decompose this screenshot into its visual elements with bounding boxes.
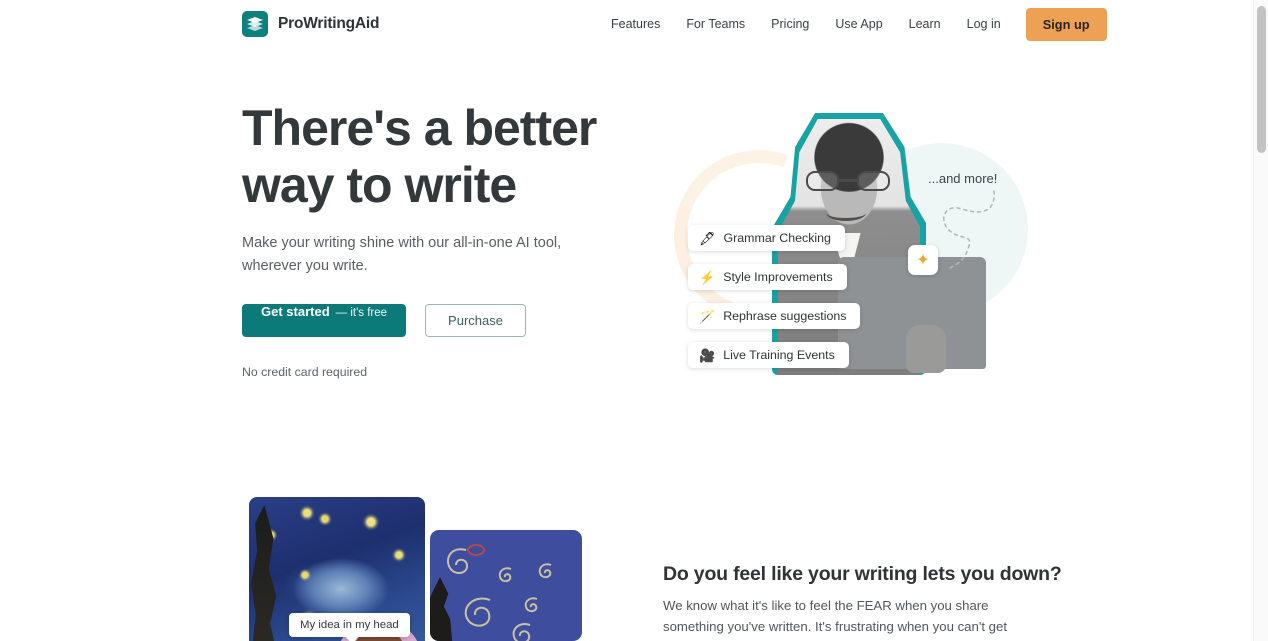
feature-chip: ⚡ Style Improvements	[688, 264, 847, 290]
feature-chip: 🪄 Rephrase suggestions	[688, 303, 861, 329]
cypress-tree-detail	[251, 505, 278, 641]
and-more-label: ...and more!	[928, 171, 998, 186]
nav-item-learn[interactable]: Learn	[896, 17, 954, 31]
hero-title: There's a better way to write	[242, 100, 597, 213]
feature-chip-list: 🖋 Grammar Checking ⚡ Style Improvements …	[688, 225, 861, 368]
feature-chip-label: Live Training Events	[723, 348, 835, 362]
idea-tooltip: My idea in my head	[289, 613, 410, 641]
feature-chip: 🖋 Grammar Checking	[688, 225, 845, 251]
nav-item-for-teams[interactable]: For Teams	[673, 17, 758, 31]
red-scribble-icon	[467, 544, 485, 556]
nav-item-log-in[interactable]: Log in	[954, 17, 1014, 31]
feature-chip: 🎥 Live Training Events	[688, 342, 849, 368]
nav-item-pricing[interactable]: Pricing	[758, 17, 822, 31]
nav-item-features[interactable]: Features	[598, 17, 673, 31]
lightning-icon: ⚡	[699, 269, 716, 285]
brand-logo-link[interactable]: ProWritingAid	[242, 11, 380, 37]
get-started-label: Get started	[261, 304, 330, 319]
doodle-sketch-image	[430, 530, 582, 641]
magic-wand-icon: 🪄	[699, 308, 716, 324]
main-navigation: Features For Teams Pricing Use App Learn…	[598, 0, 1107, 48]
spiral-icon	[538, 563, 552, 579]
quill-icon: 🖋	[699, 230, 716, 246]
glasses-icon	[806, 171, 890, 191]
smile-detail	[826, 205, 866, 221]
movie-camera-icon: 🎥	[699, 347, 716, 363]
spiral-icon	[512, 623, 531, 641]
hero-cta-row: Get started — it's free Purchase	[242, 304, 526, 337]
hand-detail	[906, 325, 946, 373]
get-started-sublabel: — it's free	[335, 307, 388, 319]
sign-up-button[interactable]: Sign up	[1025, 7, 1107, 41]
purchase-button[interactable]: Purchase	[425, 304, 526, 337]
spiral-icon	[524, 597, 538, 613]
scrollbar-thumb[interactable]	[1257, 6, 1266, 153]
spiral-icon	[498, 567, 512, 583]
feature-chip-label: Rephrase suggestions	[723, 309, 847, 323]
page-root: ProWritingAid Features For Teams Pricing…	[0, 0, 1268, 641]
nav-item-use-app[interactable]: Use App	[822, 17, 895, 31]
hero-subtitle: Make your writing shine with our all-in-…	[242, 235, 562, 274]
site-header: ProWritingAid Features For Teams Pricing…	[0, 0, 1253, 48]
feature-chip-label: Grammar Checking	[723, 231, 831, 245]
dashed-arrow-icon	[942, 190, 995, 270]
hero-illustration: ✦ ...and more! 🖋 Grammar Checking ⚡ Styl…	[646, 95, 1060, 385]
page-scrollbar[interactable]	[1253, 0, 1268, 641]
brand-name: ProWritingAid	[278, 15, 380, 32]
no-credit-card-note: No credit card required	[242, 365, 368, 379]
get-started-button[interactable]: Get started — it's free	[242, 304, 407, 337]
feature-chip-label: Style Improvements	[723, 270, 833, 284]
section-body: We know what it's like to feel the FEAR …	[663, 598, 1008, 641]
spiral-icon	[464, 597, 491, 627]
section-title: Do you feel like your writing lets you d…	[663, 563, 1062, 585]
book-pages-icon	[242, 11, 268, 37]
